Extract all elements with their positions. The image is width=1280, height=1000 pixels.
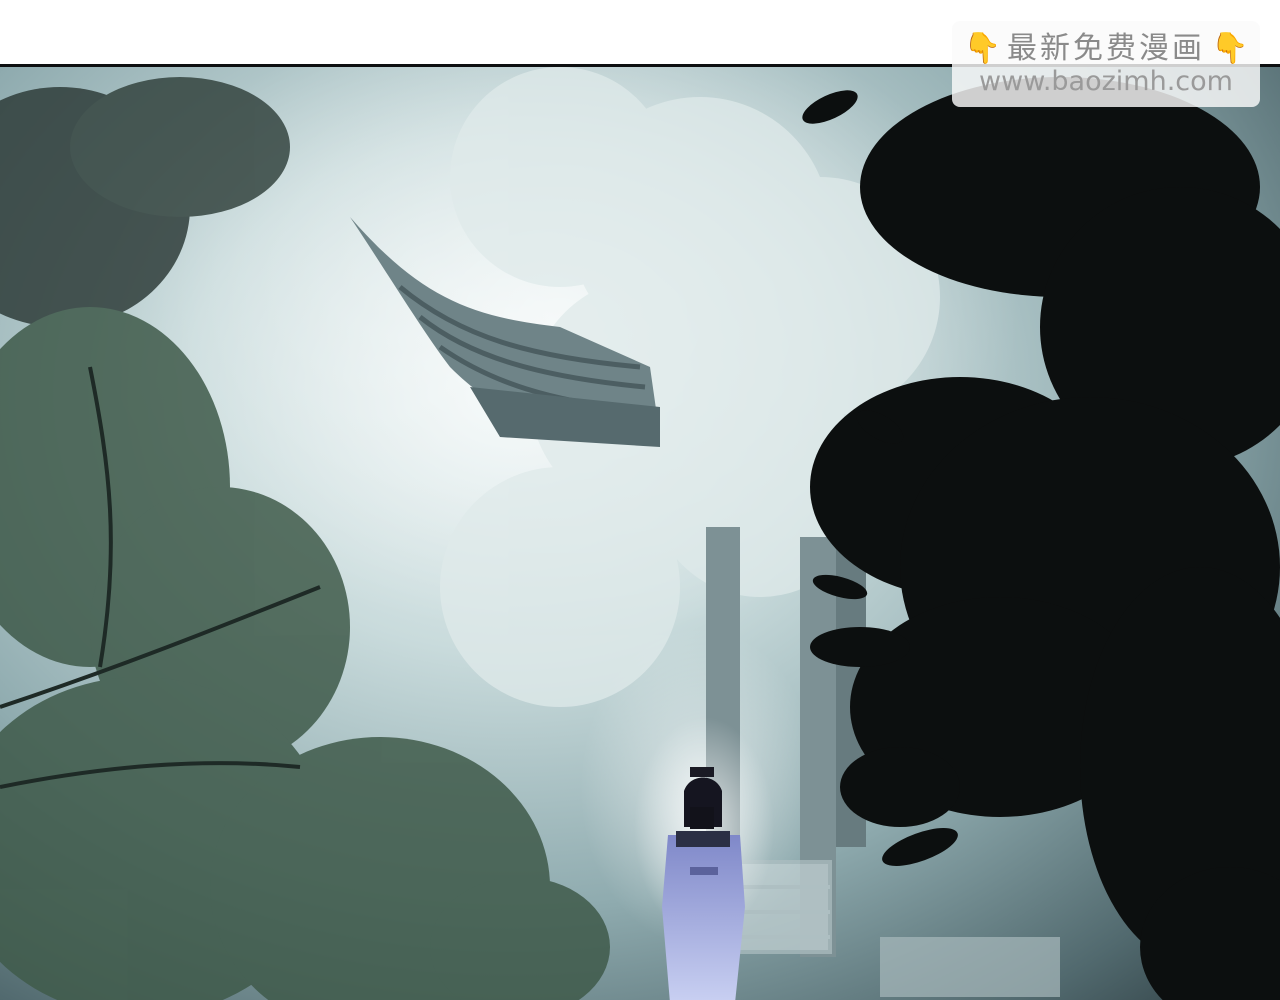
scene-illustration xyxy=(0,67,1280,1000)
comic-panel xyxy=(0,64,1280,1000)
site-watermark: 👇 最新免费漫画 👇 www.baozimh.com xyxy=(952,21,1260,107)
right-dark-foliage xyxy=(810,77,1280,1000)
pointing-down-hand-icon: 👇 xyxy=(1211,30,1249,66)
robed-figure xyxy=(634,717,774,1000)
pointing-down-hand-icon: 👇 xyxy=(963,30,1001,66)
stone-step xyxy=(880,937,1060,997)
watermark-title-row: 👇 最新免费漫画 👇 xyxy=(963,30,1249,66)
watermark-url: www.baozimh.com xyxy=(979,65,1233,97)
watermark-title: 最新免费漫画 xyxy=(1007,30,1205,66)
